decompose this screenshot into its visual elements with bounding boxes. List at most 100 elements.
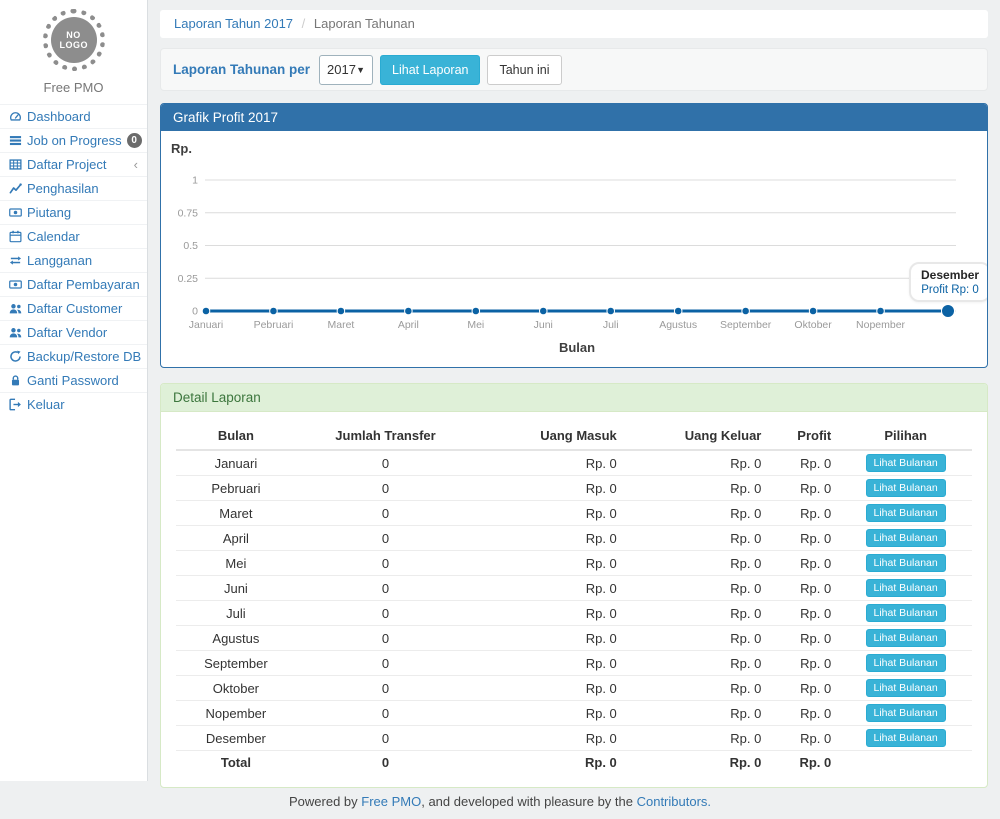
- column-header-profit: Profit: [769, 422, 839, 450]
- svg-text:Juni: Juni: [534, 319, 553, 331]
- lihat-bulanan-button[interactable]: Lihat Bulanan: [866, 704, 946, 722]
- users-icon: [9, 326, 22, 339]
- breadcrumb-separator: /: [302, 16, 306, 31]
- cell-uang-masuk: Rp. 0: [475, 701, 625, 726]
- sidebar-item-label: Keluar: [27, 397, 65, 412]
- sidebar-item-keluar[interactable]: Keluar: [0, 392, 147, 416]
- logo-text: NO LOGO: [60, 30, 88, 50]
- lihat-bulanan-button[interactable]: Lihat Bulanan: [866, 504, 946, 522]
- column-header-bulan: Bulan: [176, 422, 296, 450]
- cell-jumlah-transfer: 0: [296, 651, 475, 676]
- table-total-row: Total0Rp. 0Rp. 0Rp. 0: [176, 751, 972, 775]
- table-row: Agustus0Rp. 0Rp. 0Rp. 0Lihat Bulanan: [176, 626, 972, 651]
- sidebar-item-label: Daftar Vendor: [27, 325, 107, 340]
- sidebar-item-ganti-password[interactable]: Ganti Password: [0, 368, 147, 392]
- sidebar-item-label: Calendar: [27, 229, 80, 244]
- sidebar-item-label: Job on Progress: [27, 133, 122, 148]
- svg-text:Agustus: Agustus: [659, 319, 697, 331]
- cell-uang-keluar: Rp. 0: [625, 676, 770, 701]
- sidebar-item-langganan[interactable]: Langganan: [0, 248, 147, 272]
- sidebar-item-dashboard[interactable]: Dashboard: [0, 104, 147, 128]
- cell-bulan: Nopember: [176, 701, 296, 726]
- cell-bulan: Agustus: [176, 626, 296, 651]
- sidebar-item-daftar-customer[interactable]: Daftar Customer: [0, 296, 147, 320]
- cell-profit: Rp. 0: [769, 751, 839, 775]
- cell-jumlah-transfer: 0: [296, 526, 475, 551]
- cell-profit: Rp. 0: [769, 526, 839, 551]
- cell-uang-masuk: Rp. 0: [475, 476, 625, 501]
- sidebar-item-daftar-vendor[interactable]: Daftar Vendor: [0, 320, 147, 344]
- table-row: Januari0Rp. 0Rp. 0Rp. 0Lihat Bulanan: [176, 450, 972, 476]
- cell-jumlah-transfer: 0: [296, 450, 475, 476]
- free-pmo-link[interactable]: Free PMO: [361, 794, 421, 809]
- sidebar-item-job-on-progress[interactable]: Job on Progress0: [0, 128, 147, 152]
- sidebar-item-backup-restore-db[interactable]: Backup/Restore DB: [0, 344, 147, 368]
- chart-area: Rp.00.250.50.751JanuariPebruariMaretApri…: [161, 131, 987, 367]
- sidebar-item-label: Penghasilan: [27, 181, 99, 196]
- cell-jumlah-transfer: 0: [296, 576, 475, 601]
- table-row: Maret0Rp. 0Rp. 0Rp. 0Lihat Bulanan: [176, 501, 972, 526]
- svg-text:Januari: Januari: [189, 319, 223, 331]
- table-row: April0Rp. 0Rp. 0Rp. 0Lihat Bulanan: [176, 526, 972, 551]
- svg-text:September: September: [720, 319, 772, 331]
- sidebar-item-calendar[interactable]: Calendar: [0, 224, 147, 248]
- svg-text:Mei: Mei: [467, 319, 484, 331]
- cell-bulan: Total: [176, 751, 296, 775]
- svg-text:Pebruari: Pebruari: [254, 319, 294, 331]
- cell-jumlah-transfer: 0: [296, 626, 475, 651]
- svg-text:0: 0: [192, 306, 198, 318]
- filter-bar: Laporan Tahunan per 2017 ▼ Lihat Laporan…: [160, 48, 988, 91]
- tooltip-value: Profit Rp: 0: [921, 284, 979, 296]
- sidebar-item-daftar-pembayaran[interactable]: Daftar Pembayaran: [0, 272, 147, 296]
- svg-text:Juli: Juli: [603, 319, 619, 331]
- filter-label: Laporan Tahunan per: [173, 62, 310, 77]
- lock-icon: [9, 374, 22, 387]
- refresh-icon: [9, 350, 22, 363]
- breadcrumb-link-laporan-tahun[interactable]: Laporan Tahun 2017: [174, 16, 293, 31]
- cell-uang-masuk: Rp. 0: [475, 726, 625, 751]
- cell-profit: Rp. 0: [769, 626, 839, 651]
- lihat-bulanan-button[interactable]: Lihat Bulanan: [866, 529, 946, 547]
- cell-jumlah-transfer: 0: [296, 501, 475, 526]
- sidebar-item-daftar-project[interactable]: Daftar Project‹: [0, 152, 147, 176]
- lihat-bulanan-button[interactable]: Lihat Bulanan: [866, 579, 946, 597]
- lihat-laporan-button[interactable]: Lihat Laporan: [380, 55, 480, 85]
- cell-uang-masuk: Rp. 0: [475, 751, 625, 775]
- cell-uang-masuk: Rp. 0: [475, 501, 625, 526]
- lihat-bulanan-button[interactable]: Lihat Bulanan: [866, 604, 946, 622]
- cell-uang-keluar: Rp. 0: [625, 626, 770, 651]
- cell-bulan: April: [176, 526, 296, 551]
- svg-text:Maret: Maret: [327, 319, 354, 331]
- cell-profit: Rp. 0: [769, 450, 839, 476]
- lihat-bulanan-button[interactable]: Lihat Bulanan: [866, 629, 946, 647]
- column-header-jumlah-transfer: Jumlah Transfer: [296, 422, 475, 450]
- cell-uang-keluar: Rp. 0: [625, 726, 770, 751]
- sidebar-item-label: Langganan: [27, 253, 92, 268]
- year-select[interactable]: 2017 ▼: [319, 55, 373, 85]
- cell-uang-keluar: Rp. 0: [625, 701, 770, 726]
- cell-profit: Rp. 0: [769, 676, 839, 701]
- lihat-bulanan-button[interactable]: Lihat Bulanan: [866, 729, 946, 747]
- lihat-bulanan-button[interactable]: Lihat Bulanan: [866, 654, 946, 672]
- contributors-link[interactable]: Contributors.: [637, 794, 711, 809]
- tahun-ini-button[interactable]: Tahun ini: [487, 55, 561, 85]
- svg-text:April: April: [398, 319, 419, 331]
- cell-uang-keluar: Rp. 0: [625, 526, 770, 551]
- svg-text:0.5: 0.5: [183, 240, 198, 252]
- cell-bulan: Maret: [176, 501, 296, 526]
- cell-uang-keluar: Rp. 0: [625, 501, 770, 526]
- svg-text:0.75: 0.75: [178, 207, 199, 219]
- lihat-bulanan-button[interactable]: Lihat Bulanan: [866, 679, 946, 697]
- chevron-left-icon: ‹: [134, 158, 138, 171]
- tasks-icon: [9, 134, 22, 147]
- sidebar-item-piutang[interactable]: Piutang: [0, 200, 147, 224]
- sidebar-item-label: Ganti Password: [27, 373, 119, 388]
- sidebar-item-penghasilan[interactable]: Penghasilan: [0, 176, 147, 200]
- svg-text:1: 1: [192, 175, 198, 187]
- lihat-bulanan-button[interactable]: Lihat Bulanan: [866, 479, 946, 497]
- lihat-bulanan-button[interactable]: Lihat Bulanan: [866, 554, 946, 572]
- lihat-bulanan-button[interactable]: Lihat Bulanan: [866, 454, 946, 472]
- cell-bulan: Juni: [176, 576, 296, 601]
- sign-out-icon: [9, 398, 22, 411]
- cell-jumlah-transfer: 0: [296, 751, 475, 775]
